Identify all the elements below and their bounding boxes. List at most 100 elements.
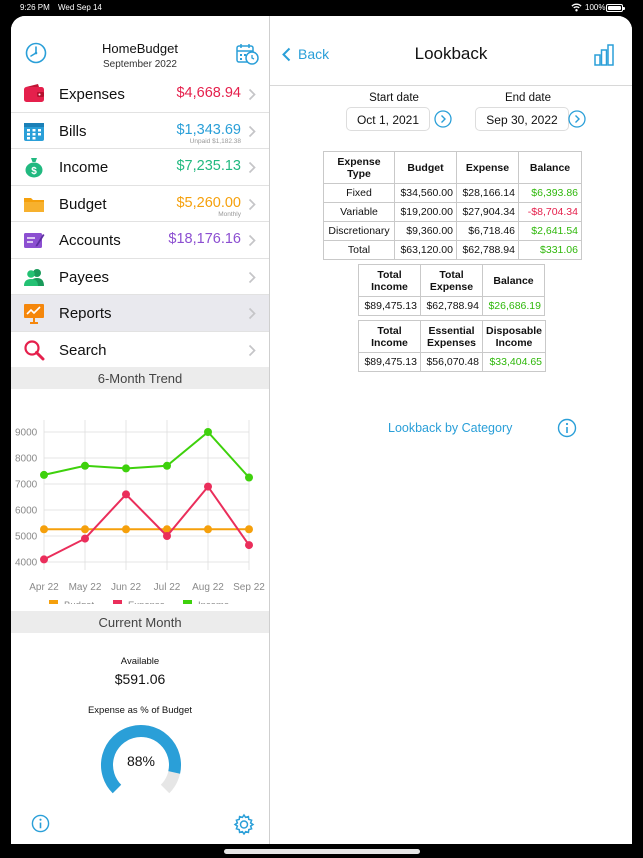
menu-item-expenses[interactable]: Expenses $4,668.94 — [11, 76, 269, 113]
trend-section-header: 6-Month Trend — [11, 367, 269, 389]
expense-type-table: Expense Type Budget Expense Balance Fixe… — [323, 151, 582, 260]
column-header: Total Expense — [420, 264, 483, 297]
chevron-right-icon — [248, 125, 256, 137]
table-cell: Fixed — [323, 183, 395, 203]
column-header: Balance — [482, 264, 545, 297]
info-icon[interactable] — [557, 418, 577, 438]
calendar-icon — [24, 122, 44, 141]
income-point — [163, 461, 171, 470]
budget-legend-swatch — [49, 600, 58, 609]
current-period: September 2022 — [103, 59, 177, 70]
y-tick-label: 5000 — [15, 532, 38, 543]
chevron-right-icon — [248, 161, 256, 174]
budget-point — [122, 525, 130, 534]
table-cell: $2,641.54 — [518, 221, 582, 241]
chevron-right-icon — [248, 344, 256, 356]
settings-gear-icon[interactable] — [233, 813, 255, 835]
income-point — [40, 470, 48, 479]
battery-percent: 100% — [585, 3, 606, 12]
lookback-by-category-link[interactable]: Lookback by Category — [388, 421, 512, 435]
budget-point — [245, 525, 253, 534]
bills-unpaid-note: Unpaid $1,182.38 — [189, 137, 241, 145]
svg-text:$: $ — [31, 166, 37, 177]
table-cell: $26,686.19 — [482, 296, 545, 316]
menu-label: Expenses — [59, 86, 125, 103]
end-date-chevron-icon[interactable] — [568, 110, 586, 128]
table-row: $89,475.13 $62,788.94 $26,686.19 — [358, 296, 545, 316]
expenses-amount: $4,668.94 — [176, 85, 241, 101]
start-date-field[interactable]: Oct 1, 2021 — [346, 107, 430, 131]
sidebar-header: HomeBudget September 2022 — [11, 16, 269, 76]
income-point — [122, 464, 130, 473]
wifi-icon — [571, 3, 582, 12]
menu-item-payees[interactable]: Payees — [11, 259, 269, 295]
y-tick-label: 8000 — [15, 454, 38, 465]
app-screen: HomeBudget September 2022 Expenses $4,66… — [11, 16, 632, 844]
available-value: $591.06 — [114, 671, 166, 687]
table-cell: $89,475.13 — [358, 352, 421, 372]
column-header: Disposable Income — [481, 320, 547, 353]
table-cell: $62,788.94 — [456, 240, 519, 260]
menu-item-search[interactable]: Search — [11, 332, 269, 368]
trend-chart: 9000 8000 7000 6000 5000 4000 Apr 22 May 22 Jun … — [11, 404, 269, 611]
budget-point — [40, 525, 48, 534]
income-point — [204, 428, 212, 436]
income-expense-table: Total Income Total Expense Balance $89,4… — [358, 264, 545, 316]
start-date-chevron-icon[interactable] — [434, 110, 452, 128]
table-cell: $34,560.00 — [394, 183, 457, 203]
budget-period-note: Monthly — [218, 210, 241, 218]
expense-point — [81, 534, 89, 543]
end-date-field[interactable]: Sep 30, 2022 — [475, 107, 569, 131]
disposable-income-table: Total Income Essential Expenses Disposab… — [358, 320, 547, 372]
table-cell: Variable — [323, 202, 395, 222]
table-cell: $89,475.13 — [358, 296, 421, 316]
income-amount: $7,235.13 — [176, 158, 241, 174]
chevron-right-icon — [248, 198, 256, 210]
chevron-right-icon — [248, 88, 256, 101]
y-tick-label: 6000 — [15, 506, 38, 517]
column-header: Total Income — [358, 320, 421, 353]
budget-point — [81, 525, 89, 534]
expense-point — [40, 555, 48, 564]
income-point — [81, 461, 89, 470]
start-date-label: Start date — [369, 92, 419, 104]
lookback-panel: Back Lookback Start date Oct 1, 2021 End… — [270, 16, 632, 844]
table-cell: $28,166.14 — [456, 183, 519, 203]
calendar-clock-icon[interactable] — [235, 42, 259, 66]
expense-point — [245, 541, 253, 550]
end-date-label: End date — [504, 92, 552, 104]
menu-label: Reports — [59, 305, 112, 322]
menu-item-income[interactable]: $ Income $7,235.13 — [11, 149, 269, 186]
checkbook-icon — [24, 233, 45, 248]
battery-icon — [606, 4, 625, 12]
wallet-icon — [24, 84, 44, 102]
current-month-header: Current Month — [11, 611, 269, 633]
menu-label: Income — [59, 159, 109, 176]
column-header: Budget — [394, 151, 457, 184]
income-series-line — [43, 430, 250, 479]
budget-amount: $5,260.00 — [176, 194, 241, 211]
info-icon[interactable] — [31, 814, 50, 833]
expense-point — [163, 532, 171, 540]
expense-legend-swatch — [113, 600, 122, 609]
column-header: Expense — [456, 151, 519, 184]
menu-label: Payees — [59, 268, 110, 286]
menu-item-bills[interactable]: Bills $1,343.69 Unpaid $1,182.38 — [11, 113, 269, 149]
main-menu: Expenses $4,668.94 Bills $1,343.69 Unpai… — [11, 76, 269, 368]
x-tick-label: May 22 — [69, 582, 102, 593]
table-cell: $27,904.34 — [456, 202, 519, 222]
menu-item-budget[interactable]: Budget $5,260.00 Monthly — [11, 186, 269, 222]
column-header: Total Income — [358, 264, 421, 297]
table-header-row: Expense Type Budget Expense Balance — [323, 151, 582, 184]
expense-point — [204, 482, 212, 491]
column-header: Essential Expenses — [420, 320, 483, 353]
home-indicator — [224, 849, 420, 854]
money-bag-icon: $ — [25, 158, 43, 178]
chevron-right-icon — [248, 271, 256, 283]
income-point — [245, 473, 253, 482]
table-header-row: Total Income Total Expense Balance — [358, 264, 545, 297]
menu-item-accounts[interactable]: Accounts $18,176.16 — [11, 222, 269, 259]
menu-item-reports[interactable]: Reports — [11, 295, 269, 332]
available-label: Available — [120, 656, 160, 667]
bar-chart-icon[interactable] — [593, 44, 615, 66]
